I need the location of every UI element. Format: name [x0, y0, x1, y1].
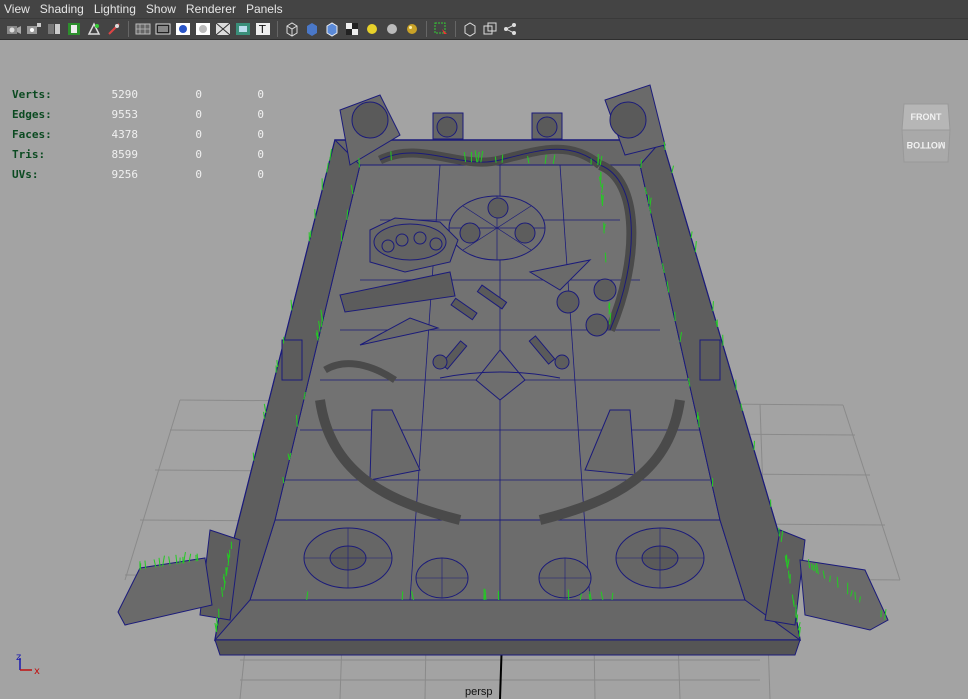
high-quality-icon[interactable]: [404, 21, 420, 37]
gate-mask-icon[interactable]: [195, 21, 211, 37]
axis-indicator: z x: [14, 652, 44, 679]
xray-joints-icon[interactable]: [482, 21, 498, 37]
axis-x-label: x: [34, 666, 40, 676]
camera-name-label: persp: [465, 686, 493, 698]
hud-value: 0: [195, 107, 202, 121]
camera-attributes-icon[interactable]: [26, 21, 42, 37]
bounding-box-icon[interactable]: [502, 21, 518, 37]
textured-icon[interactable]: [344, 21, 360, 37]
hud-row-tris: Tris: 8599 0 0: [12, 144, 264, 164]
isolate-select-icon[interactable]: [433, 21, 449, 37]
hud-row-edges: Edges: 9553 0 0: [12, 104, 264, 124]
hud-value: 0: [257, 87, 264, 101]
hud-value: 0: [195, 167, 202, 181]
hud-value: 0: [257, 127, 264, 141]
resolution-gate-icon[interactable]: [175, 21, 191, 37]
hud-value: 0: [195, 127, 202, 141]
perspective-viewport[interactable]: Verts: 5290 0 0 Edges: 9553 0 0 Faces: 4378 0 0 T…: [0, 40, 968, 699]
smooth-shade-icon[interactable]: [304, 21, 320, 37]
svg-text:T: T: [258, 23, 266, 36]
hud-label: Tris:: [12, 147, 46, 161]
hud-row-verts: Verts: 5290 0 0: [12, 84, 264, 104]
bookmark-icon[interactable]: [46, 21, 62, 37]
hud-value: 0: [257, 107, 264, 121]
hud-value: 0: [195, 147, 202, 161]
toolbar-separator: [455, 21, 456, 37]
menu-renderer[interactable]: Renderer: [182, 0, 242, 18]
toolbar-separator: [426, 21, 427, 37]
two-d-pan-zoom-icon[interactable]: [86, 21, 102, 37]
hud-label: Edges:: [12, 107, 52, 121]
hud-value: 8599: [111, 147, 139, 161]
grid-icon[interactable]: [135, 21, 151, 37]
hud-row-uvs: UVs: 9256 0 0: [12, 164, 264, 184]
xray-icon[interactable]: [462, 21, 478, 37]
hud-label: UVs:: [12, 167, 39, 181]
view-cube-front-label: FRONT: [911, 112, 942, 122]
menu-lighting[interactable]: Lighting: [90, 0, 142, 18]
camera-select-icon[interactable]: [6, 21, 22, 37]
viewport-menu-bar: View Shading Lighting Show Renderer Pane…: [0, 0, 968, 18]
axis-z-label: z: [16, 652, 21, 663]
view-cube-bottom-label: BOTTOM: [907, 140, 946, 150]
toolbar-separator: [277, 21, 278, 37]
wireframe-icon[interactable]: [284, 21, 300, 37]
image-plane-icon[interactable]: [66, 21, 82, 37]
toolbar-separator: [128, 21, 129, 37]
hud-label: Verts:: [12, 87, 52, 101]
hud-value: 4378: [111, 127, 139, 141]
shadows-icon[interactable]: [384, 21, 400, 37]
field-chart-icon[interactable]: [215, 21, 231, 37]
menu-shading[interactable]: Shading: [36, 0, 90, 18]
hud-value: 9256: [111, 167, 139, 181]
menu-panels[interactable]: Panels: [242, 0, 289, 18]
hud-value: 0: [257, 147, 264, 161]
wireframe-on-shaded-icon[interactable]: [324, 21, 340, 37]
safe-action-icon[interactable]: [235, 21, 251, 37]
menu-view[interactable]: View: [0, 0, 36, 18]
poly-count-hud: Verts: 5290 0 0 Edges: 9553 0 0 Faces: 4378 0 0 T…: [12, 84, 264, 184]
hud-label: Faces:: [12, 127, 52, 141]
film-gate-icon[interactable]: [155, 21, 171, 37]
hud-row-faces: Faces: 4378 0 0: [12, 124, 264, 144]
hud-value: 0: [257, 167, 264, 181]
hud-value: 9553: [111, 107, 139, 121]
menu-show[interactable]: Show: [142, 0, 182, 18]
hud-value: 0: [195, 87, 202, 101]
use-lights-icon[interactable]: [364, 21, 380, 37]
safe-title-icon[interactable]: T: [255, 21, 271, 37]
grease-pencil-icon[interactable]: [106, 21, 122, 37]
hud-value: 5290: [111, 87, 139, 101]
view-cube[interactable]: FRONT BOTTOM: [900, 100, 952, 166]
panel-toolbar: T: [0, 18, 968, 40]
